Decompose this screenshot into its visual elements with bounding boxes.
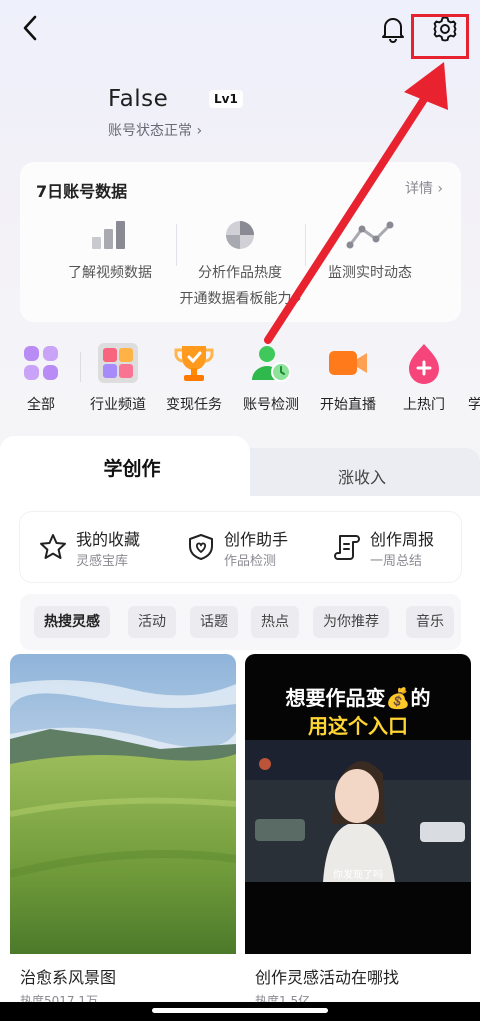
notifications-button[interactable] [376, 12, 410, 46]
quick-label: 全部 [27, 397, 55, 413]
divider [80, 352, 81, 382]
tool-sub: 灵感宝库 [76, 554, 129, 569]
tab-earn-income[interactable]: 涨收入 [244, 464, 480, 488]
metric-realtime[interactable]: 监测实时动态 [300, 218, 440, 282]
grid-icon [20, 342, 62, 384]
quick-monetize[interactable]: 变现任务 [155, 342, 233, 414]
line-chart-icon [300, 218, 440, 252]
quick-label: 行业频道 [90, 397, 146, 413]
tool-name: 创作周报 [370, 530, 435, 549]
industry-channel-icon [97, 342, 139, 384]
metric-heat[interactable]: 分析作品热度 [170, 218, 310, 282]
shield-heart-icon [189, 534, 213, 560]
quick-account-check[interactable]: 账号检测 [232, 342, 310, 414]
tool-sub: 一周总结 [370, 554, 423, 569]
settings-highlight-box [411, 14, 469, 59]
quick-all[interactable]: 全部 [2, 342, 80, 414]
quick-learn[interactable]: 学 [436, 342, 480, 414]
trophy-icon [173, 342, 215, 384]
metric-label: 分析作品热度 [198, 265, 282, 281]
metric-label: 了解视频数据 [68, 265, 152, 281]
quick-label: 变现任务 [166, 397, 222, 413]
feed-title: 治愈系风景图 [20, 968, 117, 987]
data-card-details-link[interactable]: 详情 › [405, 178, 443, 198]
profile-name: False [108, 86, 169, 112]
top-bar [0, 0, 480, 60]
tool-name: 我的收藏 [76, 530, 141, 549]
promo-subheadline: 用这个入口 [308, 714, 408, 738]
bar-chart-icon [40, 218, 180, 252]
account-check-icon [250, 342, 292, 384]
quick-actions-row: 全部 行业频道 变现任务 账号检测 开始直播 上热门 学 [0, 342, 480, 416]
quick-industry[interactable]: 行业频道 [79, 342, 157, 414]
account-data-card: 7日账号数据 详情 › 了解视频数据 分析作品热度 监测实时动态 开通数据看板能… [20, 162, 461, 322]
chip-hot-search[interactable]: 热搜灵感 [34, 606, 110, 638]
learn-icon [454, 342, 480, 384]
home-indicator[interactable] [152, 1008, 328, 1013]
metric-video-data[interactable]: 了解视频数据 [40, 218, 180, 282]
tab-learn-create[interactable]: 学创作 [0, 454, 264, 481]
level-badge: Lv1 [209, 90, 243, 108]
scroll-icon [334, 535, 360, 560]
feed-card[interactable]: 想要作品变💰的 用这个入口 你发现了吗 创作灵感活动在哪找 热度1.5亿 [245, 654, 471, 1014]
chip-recommended[interactable]: 为你推荐 [313, 606, 389, 638]
quick-label: 开始直播 [320, 397, 376, 413]
chevron-left-icon [23, 15, 37, 41]
video-camera-icon [327, 342, 369, 384]
open-dashboard-link[interactable]: 开通数据看板能力 › [20, 288, 461, 308]
metric-label: 监测实时动态 [328, 265, 412, 281]
chip-topic[interactable]: 话题 [190, 606, 238, 638]
pie-chart-icon [170, 218, 310, 252]
creator-tools-card: 我的收藏 灵感宝库 创作助手 作品检测 创作周报 一周总结 [20, 512, 461, 582]
feed-title: 创作灵感活动在哪找 [255, 968, 400, 987]
chip-music[interactable]: 音乐 [406, 606, 454, 638]
data-card-title: 7日账号数据 [36, 182, 128, 201]
content-area: 我的收藏 灵感宝库 创作助手 作品检测 创作周报 一周总结 热搜灵感 活动 话题… [0, 496, 480, 1021]
chip-trending[interactable]: 热点 [251, 606, 299, 638]
tool-name: 创作助手 [224, 530, 289, 549]
quick-start-live[interactable]: 开始直播 [309, 342, 387, 414]
landscape-thumbnail [10, 654, 236, 954]
quick-label: 账号检测 [243, 397, 299, 413]
quick-label: 学 [468, 397, 480, 413]
promo-headline: 想要作品变💰的 [285, 686, 431, 710]
tool-sub: 作品检测 [224, 554, 277, 569]
bell-icon [382, 18, 404, 43]
feed-card[interactable]: 治愈系风景图 热度5017.1万 [10, 654, 236, 1014]
back-button[interactable] [14, 12, 46, 44]
account-status-link[interactable]: 账号状态正常 › [108, 120, 202, 140]
video-caption: 你发现了吗 [333, 870, 383, 881]
star-icon [40, 534, 66, 559]
topic-chips: 热搜灵感 活动 话题 热点 为你推荐 音乐 [20, 594, 461, 650]
chip-activity[interactable]: 活动 [128, 606, 176, 638]
